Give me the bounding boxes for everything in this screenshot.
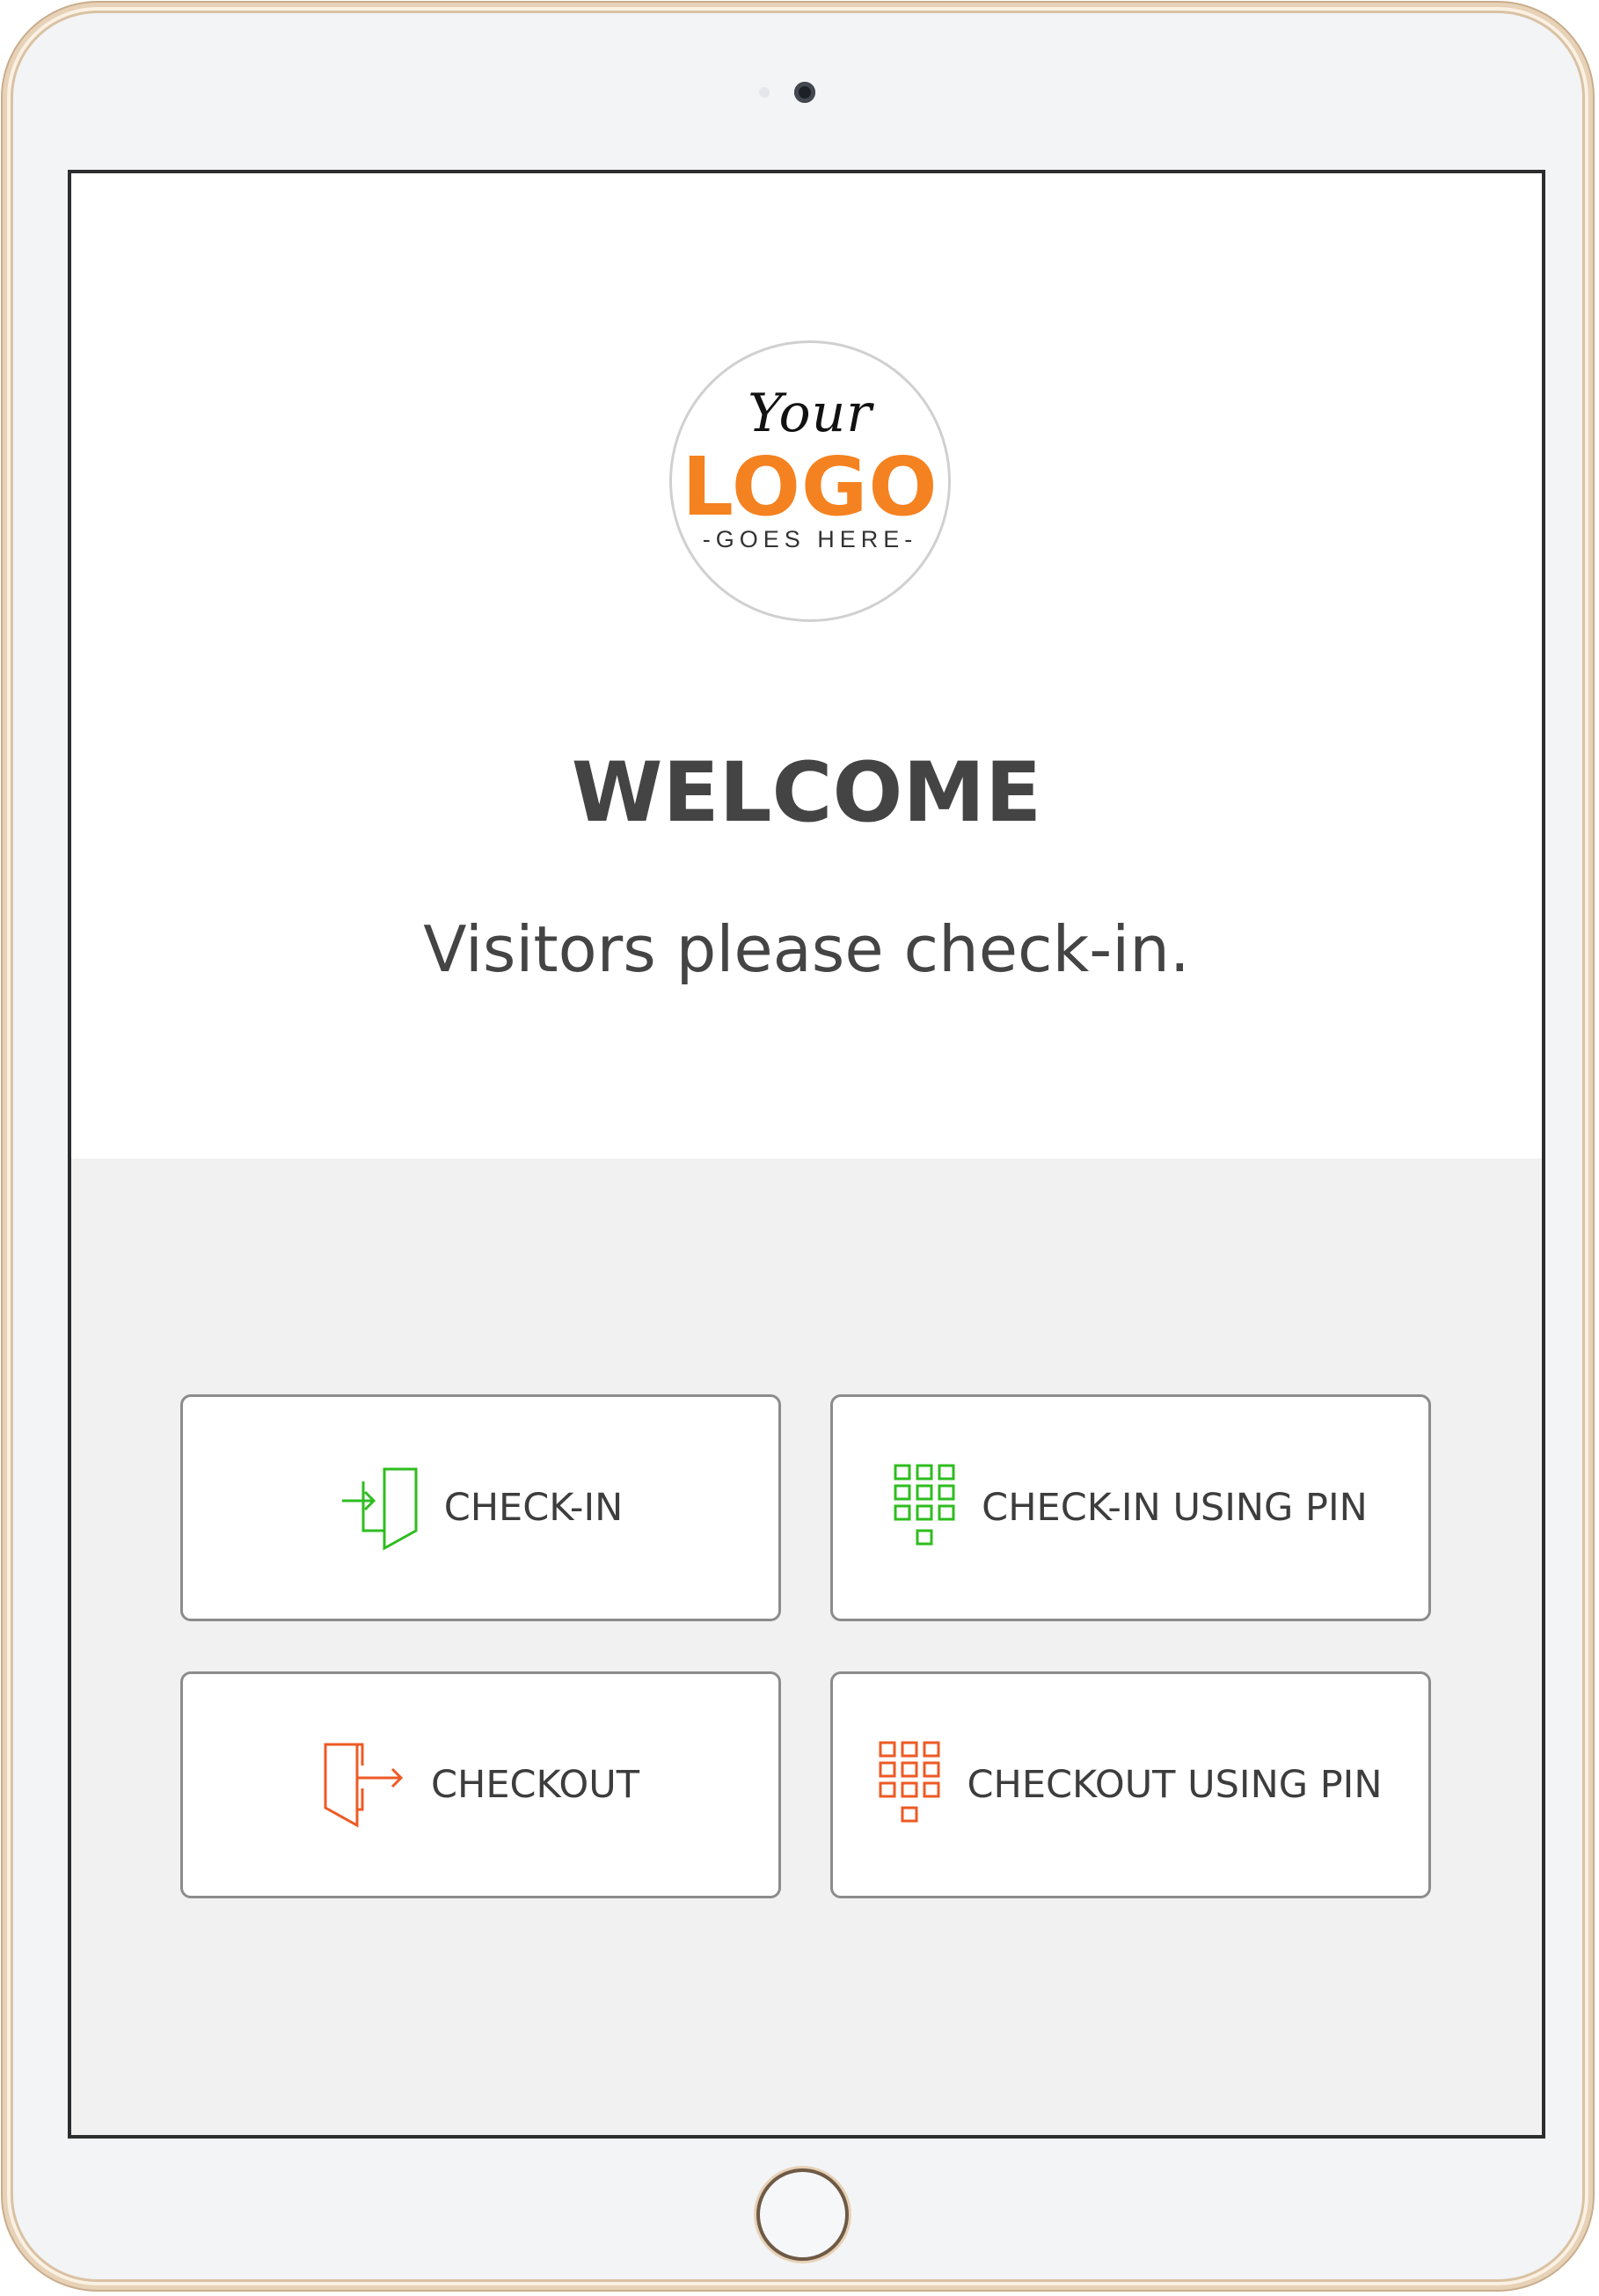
checkout-label: CHECKOUT: [431, 1763, 639, 1807]
check-in-using-pin-label: CHECK-IN USING PIN: [982, 1486, 1368, 1530]
checkout-using-pin-label: CHECKOUT USING PIN: [967, 1763, 1383, 1807]
check-in-label: CHECK-IN: [443, 1486, 624, 1530]
welcome-subtitle: Visitors please check-in.: [423, 912, 1190, 986]
logo-line-tagline: -GOES HERE-: [702, 526, 918, 552]
welcome-title: WELCOME: [571, 745, 1042, 841]
door-enter-icon: [341, 1467, 418, 1551]
front-sensor: [759, 87, 770, 98]
welcome-section: Your LOGO -GOES HERE- WELCOME Visitors p…: [71, 173, 1542, 1159]
screen: Your LOGO -GOES HERE- WELCOME Visitors p…: [68, 170, 1545, 2139]
company-logo: Your LOGO -GOES HERE-: [669, 340, 951, 622]
checkout-button[interactable]: CHECKOUT: [180, 1671, 781, 1898]
keypad-icon: [894, 1464, 955, 1546]
actions-panel: CHECK-IN CHECK-IN USING PIN CHECKOUT CHE…: [71, 1159, 1542, 2135]
tablet-frame: Your LOGO -GOES HERE- WELCOME Visitors p…: [3, 3, 1593, 2290]
checkout-using-pin-button[interactable]: CHECKOUT USING PIN: [830, 1671, 1431, 1898]
check-in-button[interactable]: CHECK-IN: [180, 1394, 781, 1621]
check-in-using-pin-button[interactable]: CHECK-IN USING PIN: [830, 1394, 1431, 1621]
logo-line-your: Your: [748, 383, 873, 444]
front-camera: [794, 82, 815, 103]
logo-line-logo: LOGO: [682, 440, 938, 534]
door-exit-icon: [324, 1743, 404, 1828]
home-button[interactable]: [756, 2168, 849, 2261]
keypad-icon: [879, 1741, 940, 1823]
